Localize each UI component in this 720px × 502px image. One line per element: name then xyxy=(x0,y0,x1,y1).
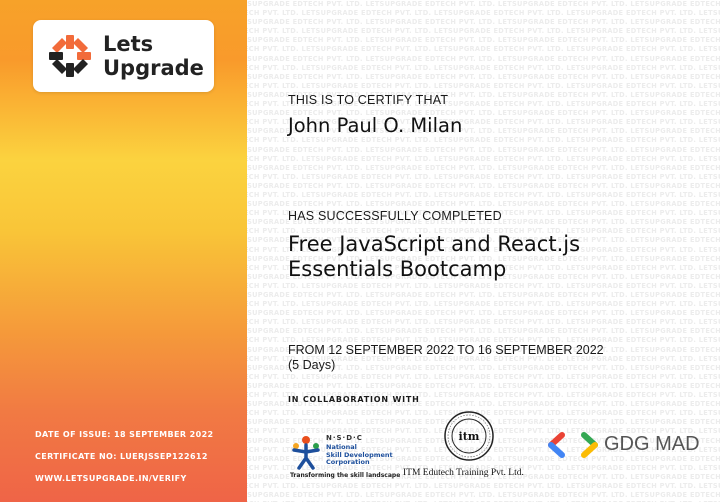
certificate-number: CERTIFICATE NO: LUERJSSEP122612 xyxy=(35,452,208,461)
nsdc-logo: N·S·D·C National Skill Development Corpo… xyxy=(290,430,400,484)
recipient-name: John Paul O. Milan xyxy=(288,114,463,137)
certificate-sidebar: Lets Upgrade DATE OF ISSUE: 18 SEPTEMBER… xyxy=(0,0,247,502)
nsdc-acronym: N·S·D·C xyxy=(326,434,363,442)
nsdc-name: National Skill Development Corporation xyxy=(326,443,393,467)
nsdc-line3: Corporation xyxy=(326,458,370,466)
nsdc-tagline: Transforming the skill landscape xyxy=(290,472,401,479)
logo-line-lets: Lets xyxy=(103,32,154,56)
itm-seal-icon: itm xyxy=(444,411,494,461)
course-title: Free JavaScript and React.js Essentials … xyxy=(288,232,708,282)
logo-line-upgrade: Upgrade xyxy=(103,56,204,80)
itm-name: ITM Edutech Training Pvt. Ltd. xyxy=(403,468,524,478)
nsdc-figure-icon xyxy=(292,436,320,470)
duration-text: (5 Days) xyxy=(288,358,336,372)
date-of-issue: DATE OF ISSUE: 18 SEPTEMBER 2022 xyxy=(35,430,214,439)
itm-logo: itm ITM Edutech Training Pvt. Ltd. xyxy=(403,410,539,486)
letsupgrade-logo-icon xyxy=(49,35,91,77)
gdg-logo: GDG MAD xyxy=(548,430,708,460)
certify-label: THIS IS TO CERTIFY THAT xyxy=(288,93,449,107)
course-title-line2: Essentials Bootcamp xyxy=(288,257,507,281)
itm-seal-text: itm xyxy=(459,430,480,443)
verify-link[interactable]: WWW.LETSUPGRADE.IN/VERIFY xyxy=(35,474,187,483)
letsupgrade-logo-text: Lets Upgrade xyxy=(103,32,204,80)
date-range: FROM 12 SEPTEMBER 2022 TO 16 SEPTEMBER 2… xyxy=(288,343,604,373)
letsupgrade-logo-card: Lets Upgrade xyxy=(33,20,214,92)
gdg-name: GDG MAD xyxy=(604,433,700,455)
collaboration-label: IN COLLABORATION WITH xyxy=(288,395,420,404)
course-title-line1: Free JavaScript and React.js xyxy=(288,232,581,256)
date-range-text: FROM 12 SEPTEMBER 2022 TO 16 SEPTEMBER 2… xyxy=(288,343,604,357)
gdg-brackets-icon xyxy=(548,432,598,458)
completed-label: HAS SUCCESSFULLY COMPLETED xyxy=(288,209,502,223)
